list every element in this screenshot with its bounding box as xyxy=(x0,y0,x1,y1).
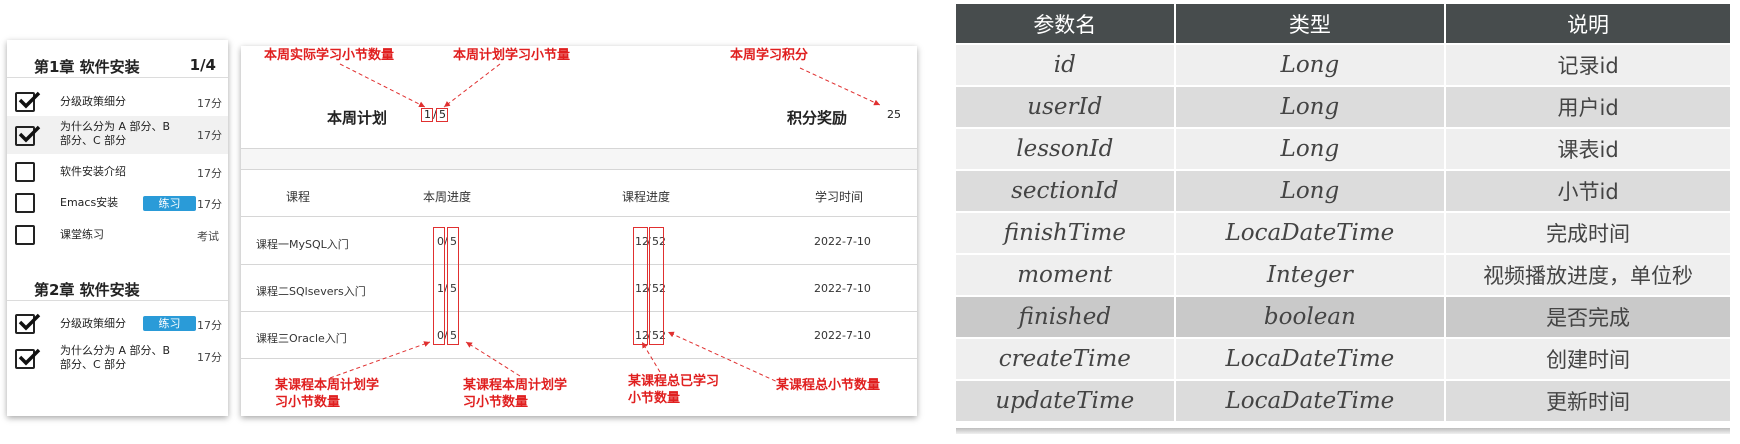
param-name: moment xyxy=(956,255,1174,295)
param-name: finishTime xyxy=(956,213,1174,253)
param-type: LocaDateTime xyxy=(1175,339,1445,379)
param-name: updateTime xyxy=(956,381,1174,421)
table-shadow xyxy=(956,428,1730,434)
param-name: sectionId xyxy=(956,171,1174,211)
table-row: lessonId Long 课表id xyxy=(956,129,1730,169)
param-type: Integer xyxy=(1175,255,1445,295)
header-desc: 说明 xyxy=(1446,4,1730,43)
param-name: id xyxy=(956,45,1174,85)
header-type: 类型 xyxy=(1175,4,1445,43)
table-row: moment Integer 视频播放进度，单位秒 xyxy=(956,255,1730,295)
param-desc: 课表id xyxy=(1446,129,1730,169)
table-row: finishTime LocaDateTime 完成时间 xyxy=(956,213,1730,253)
table-row: sectionId Long 小节id xyxy=(956,171,1730,211)
table-row: updateTime LocaDateTime 更新时间 xyxy=(956,381,1730,421)
parameter-table: 参数名 类型 说明 id Long 记录id userId Long 用户id … xyxy=(956,4,1730,434)
arrow-course-learned xyxy=(641,341,661,373)
param-type: LocaDateTime xyxy=(1175,381,1445,421)
param-desc: 完成时间 xyxy=(1446,213,1730,253)
param-type: Long xyxy=(1175,171,1445,211)
arrow-course-week-planned xyxy=(465,341,521,377)
table-row: userId Long 用户id xyxy=(956,87,1730,127)
param-type: boolean xyxy=(1175,297,1445,337)
param-desc: 更新时间 xyxy=(1446,381,1730,421)
param-type: Long xyxy=(1175,129,1445,169)
table-row: id Long 记录id xyxy=(956,45,1730,85)
arrow-actual xyxy=(339,63,426,108)
arrow-points xyxy=(799,67,881,106)
arrow-course-total xyxy=(667,331,783,385)
arrow-planned xyxy=(443,63,501,108)
arrow-course-week-plan xyxy=(329,341,431,379)
table-row: createTime LocaDateTime 创建时间 xyxy=(956,339,1730,379)
param-name: lessonId xyxy=(956,129,1174,169)
param-desc: 小节id xyxy=(1446,171,1730,211)
param-name: createTime xyxy=(956,339,1174,379)
param-desc: 记录id xyxy=(1446,45,1730,85)
header-param-name: 参数名 xyxy=(956,4,1174,43)
param-desc: 是否完成 xyxy=(1446,297,1730,337)
param-name: finished xyxy=(956,297,1174,337)
param-name: userId xyxy=(956,87,1174,127)
param-desc: 用户id xyxy=(1446,87,1730,127)
param-desc: 创建时间 xyxy=(1446,339,1730,379)
param-desc: 视频播放进度，单位秒 xyxy=(1446,255,1730,295)
param-type: Long xyxy=(1175,87,1445,127)
param-type: LocaDateTime xyxy=(1175,213,1445,253)
table-row: finished boolean 是否完成 xyxy=(956,297,1730,337)
param-type: Long xyxy=(1175,45,1445,85)
